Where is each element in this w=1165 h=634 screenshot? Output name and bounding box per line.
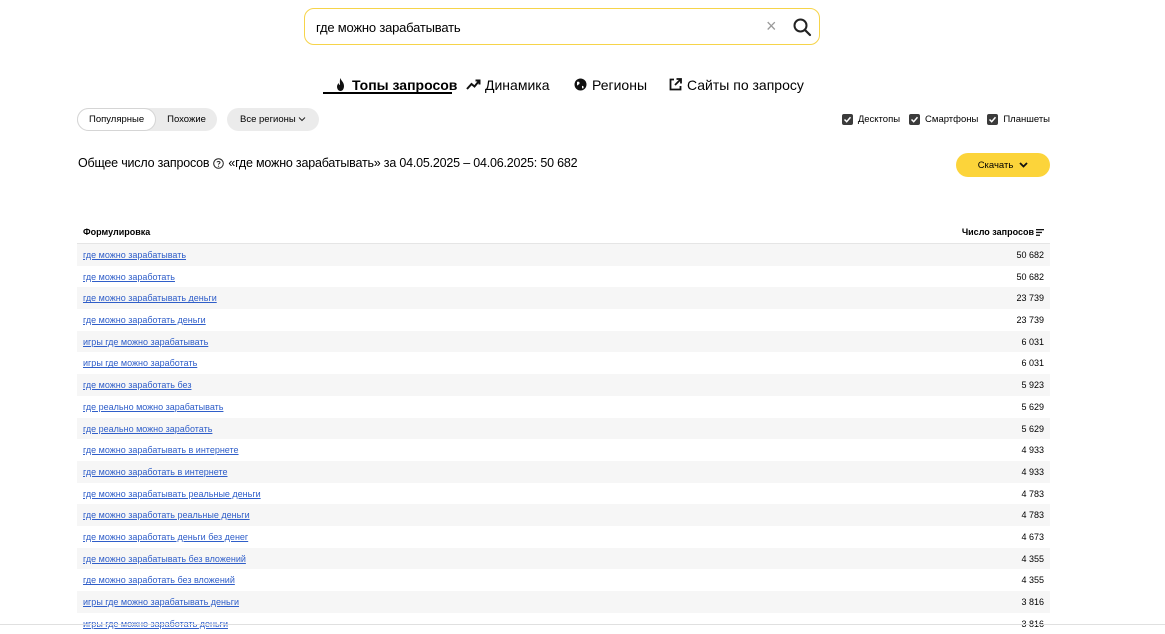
query-count: 4 933 bbox=[1021, 466, 1044, 477]
checkbox-checked-icon bbox=[841, 114, 853, 125]
device-label: Десктопы bbox=[857, 114, 901, 125]
table-row: где реально можно зарабатывать 5 629 bbox=[77, 396, 1050, 418]
table-row: где реально можно заработать 5 629 bbox=[77, 417, 1050, 440]
count-column-header[interactable]: Число запросов bbox=[962, 227, 1044, 237]
query-count: 50 682 bbox=[1016, 250, 1044, 260]
desktop-checkbox[interactable]: Десктопы bbox=[841, 114, 901, 125]
query-link[interactable]: игры где можно зарабатывать bbox=[83, 337, 208, 347]
query-link[interactable]: где можно заработать деньги без денег bbox=[83, 532, 248, 542]
query-link[interactable]: где можно заработать bbox=[83, 272, 175, 282]
query-link[interactable]: где можно зарабатывать в интернете bbox=[83, 445, 239, 455]
query-link[interactable]: где можно заработать деньги bbox=[83, 315, 206, 325]
checkbox-checked-icon bbox=[987, 114, 999, 125]
table-row: где можно заработать реальные деньги 4 78… bbox=[77, 504, 1050, 526]
search-icon[interactable] bbox=[791, 16, 813, 38]
active-tab-indicator bbox=[323, 92, 452, 94]
download-label: Скачать bbox=[977, 159, 1014, 171]
popular-button[interactable]: Популярные bbox=[77, 108, 157, 131]
table-row: игры где можно зарабатывать 6 031 bbox=[77, 330, 1050, 353]
query-link[interactable]: где можно заработать без bbox=[83, 380, 191, 390]
tab-regions[interactable]: Регионы bbox=[573, 74, 647, 95]
query-count: 4 783 bbox=[1021, 510, 1044, 521]
globe-icon bbox=[573, 77, 588, 92]
smartphone-checkbox[interactable]: Смартфоны bbox=[909, 114, 978, 125]
tab-label: Регионы bbox=[592, 76, 648, 93]
query-link[interactable]: где реально можно зарабатывать bbox=[83, 402, 223, 412]
query-count: 6 031 bbox=[1021, 358, 1044, 369]
query-link[interactable]: где можно зарабатывать bbox=[83, 250, 186, 260]
tab-label: Топы запросов bbox=[352, 76, 458, 93]
queries-table: Формулировка Число запросов где можно за… bbox=[77, 221, 1050, 634]
query-count: 4 783 bbox=[1021, 488, 1044, 499]
table-row: где можно зарабатывать в интернете 4 933 bbox=[77, 439, 1050, 461]
similar-button[interactable]: Похожие bbox=[156, 108, 217, 131]
search-box[interactable]: где можно зарабатывать × bbox=[304, 8, 820, 45]
regions-label: Все регионы bbox=[240, 114, 296, 125]
table-row: где можно заработать 50 682 bbox=[77, 266, 1050, 288]
checkbox-checked-icon bbox=[909, 114, 921, 125]
query-count: 3 816 bbox=[1021, 597, 1044, 607]
query-count: 6 031 bbox=[1021, 336, 1044, 347]
table-row: где можно заработать в интернете 4 933 bbox=[77, 460, 1050, 483]
query-link[interactable]: где можно зарабатывать без вложений bbox=[83, 554, 246, 564]
query-count: 23 739 bbox=[1016, 315, 1044, 326]
fire-icon bbox=[333, 77, 348, 92]
download-button[interactable]: Скачать bbox=[956, 153, 1050, 177]
query-count: 5 629 bbox=[1021, 401, 1044, 412]
table-row: где можно зарабатывать 50 682 bbox=[77, 244, 1050, 266]
query-link[interactable]: где можно заработать в интернете bbox=[83, 467, 227, 477]
query-link[interactable]: где можно зарабатывать реальные деньги bbox=[83, 489, 261, 499]
query-count: 4 673 bbox=[1021, 531, 1044, 542]
query-count: 5 923 bbox=[1021, 380, 1044, 391]
mode-switch: Популярные Похожие bbox=[77, 108, 217, 131]
tab-label: Динамика bbox=[485, 76, 550, 93]
chevron-down-icon bbox=[1019, 162, 1028, 168]
query-count: 4 355 bbox=[1021, 553, 1044, 564]
summary-text: «где можно зарабатывать» за 04.05.2025 –… bbox=[228, 156, 578, 170]
table-row: где можно заработать деньги без денег 4 6… bbox=[77, 526, 1050, 548]
query-link[interactable]: где можно заработать без вложений bbox=[83, 575, 235, 585]
table-header: Формулировка Число запросов bbox=[77, 221, 1050, 244]
query-link[interactable]: где можно заработать реальные деньги bbox=[83, 510, 250, 520]
table-row: где можно зарабатывать реальные деньги 4 … bbox=[77, 483, 1050, 505]
device-filters: Десктопы Смартфоны Планшеты bbox=[833, 114, 1050, 125]
help-icon[interactable] bbox=[213, 157, 225, 169]
trend-icon bbox=[466, 77, 481, 92]
query-link[interactable]: игры где можно заработать bbox=[83, 358, 197, 368]
table-row: где можно зарабатывать деньги 23 739 bbox=[77, 287, 1050, 310]
query-count: 4 355 bbox=[1021, 575, 1044, 586]
tablet-checkbox[interactable]: Планшеты bbox=[987, 114, 1050, 125]
query-count: 4 933 bbox=[1021, 445, 1044, 456]
clear-icon[interactable]: × bbox=[766, 16, 777, 36]
tab-sites[interactable]: Сайты по запросу bbox=[668, 74, 804, 95]
device-label: Планшеты bbox=[1003, 114, 1050, 125]
query-link[interactable]: игры где можно зарабатывать деньги bbox=[83, 597, 239, 607]
query-count: 23 739 bbox=[1016, 293, 1044, 304]
regions-dropdown[interactable]: Все регионы bbox=[227, 108, 320, 131]
table-row: где можно зарабатывать без вложений 4 355 bbox=[77, 547, 1050, 570]
query-link[interactable]: где реально можно заработать bbox=[83, 424, 212, 434]
chevron-down-icon bbox=[298, 114, 306, 125]
tab-dynamics[interactable]: Динамика bbox=[466, 74, 549, 95]
table-row: игры где можно заработать 6 031 bbox=[77, 352, 1050, 374]
summary-prefix: Общее число запросов bbox=[78, 156, 210, 170]
external-link-icon bbox=[668, 77, 683, 92]
query-link[interactable]: где можно зарабатывать деньги bbox=[83, 293, 217, 303]
count-header-label: Число запросов bbox=[961, 227, 1034, 237]
sort-icon bbox=[1036, 228, 1044, 236]
tab-label: Сайты по запросу bbox=[687, 76, 804, 93]
table-row: где можно заработать без вложений 4 355 bbox=[77, 569, 1050, 591]
query-count: 5 629 bbox=[1021, 423, 1044, 434]
tabs-bar: Топы запросов Динамика Регионы Сайты по … bbox=[0, 74, 1165, 98]
search-input[interactable]: где можно зарабатывать bbox=[316, 20, 461, 35]
table-body: где можно зарабатывать 50 682 где можно за… bbox=[77, 244, 1050, 634]
table-row: где можно заработать деньги 23 739 bbox=[77, 309, 1050, 331]
summary-line: Общее число запросов «где можно зарабаты… bbox=[78, 156, 578, 170]
phrase-column-header: Формулировка bbox=[83, 227, 151, 237]
table-row: игры где можно зарабатывать деньги 3 816 bbox=[77, 591, 1050, 613]
query-count: 50 682 bbox=[1016, 271, 1044, 282]
table-row: где можно заработать без 5 923 bbox=[77, 374, 1050, 396]
device-label: Смартфоны bbox=[925, 114, 979, 125]
page-divider bbox=[0, 624, 1165, 625]
